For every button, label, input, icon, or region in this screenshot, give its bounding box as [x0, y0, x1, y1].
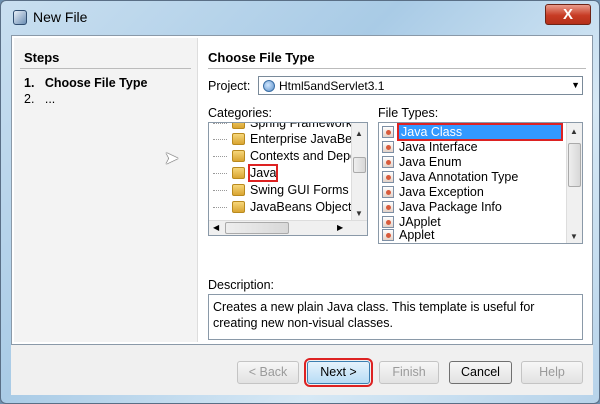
java-file-icon — [382, 126, 394, 138]
title-bar: New File — [13, 9, 87, 25]
list-item[interactable]: Java Interface — [382, 139, 478, 155]
file-types-list[interactable]: Java Class Java Interface Java Enum Java… — [378, 122, 583, 244]
scroll-up-icon[interactable]: ▲ — [355, 129, 363, 138]
scroll-left-icon[interactable]: ◀ — [213, 223, 219, 232]
java-file-icon — [382, 156, 394, 168]
project-label: Project: — [208, 79, 251, 93]
next-button[interactable]: Next > — [304, 358, 373, 387]
close-button[interactable]: X — [545, 4, 591, 25]
categories-vscrollbar[interactable]: ▲ ▼ — [351, 123, 367, 220]
scroll-down-icon[interactable]: ▼ — [570, 232, 578, 241]
folder-icon — [232, 133, 245, 145]
folder-icon — [232, 150, 245, 162]
window-title: New File — [33, 9, 88, 25]
folder-icon — [232, 123, 245, 129]
step-1: 1. Choose File Type — [24, 76, 148, 90]
content-panel: Steps 1. Choose File Type 2. ... Choose … — [11, 35, 593, 345]
project-value: Html5andServlet3.1 — [279, 78, 385, 93]
java-file-icon — [382, 229, 394, 241]
folder-icon — [232, 201, 245, 213]
back-button[interactable]: < Back — [237, 361, 299, 384]
scroll-down-icon[interactable]: ▼ — [355, 209, 363, 218]
chevron-down-icon[interactable]: ▼ — [571, 80, 580, 90]
tree-item[interactable]: Spring Framework — [213, 123, 352, 131]
list-item-java-class[interactable]: Java Class — [382, 123, 563, 141]
description-text: Creates a new plain Java class. This tem… — [208, 294, 583, 340]
steps-panel: Steps 1. Choose File Type 2. ... — [14, 38, 198, 342]
categories-hscrollbar[interactable]: ◀ ▶ — [209, 220, 367, 235]
categories-tree[interactable]: Spring Framework Enterprise JavaBeans Co… — [208, 122, 368, 236]
scroll-thumb[interactable] — [353, 157, 366, 173]
scroll-thumb[interactable] — [225, 222, 289, 234]
java-file-icon — [382, 141, 394, 153]
categories-label: Categories: — [208, 106, 272, 120]
cancel-button[interactable]: Cancel — [449, 361, 512, 384]
web-project-icon — [263, 79, 275, 92]
new-file-dialog: New File X Steps 1. Choose File Type 2. … — [0, 0, 600, 404]
help-button[interactable]: Help — [521, 361, 583, 384]
scroll-up-icon[interactable]: ▲ — [570, 127, 578, 136]
list-item[interactable]: Java Annotation Type — [382, 169, 518, 185]
tree-item-java[interactable]: Java — [213, 164, 279, 182]
java-file-icon — [382, 171, 394, 183]
step-2: 2. ... — [24, 92, 56, 106]
list-item[interactable]: Java Enum — [382, 154, 462, 170]
folder-icon — [232, 184, 245, 196]
list-item[interactable]: Applet — [382, 227, 434, 243]
folder-icon — [232, 167, 245, 179]
tree-item[interactable]: Enterprise JavaBeans — [213, 131, 367, 147]
mouse-cursor-icon: ➤ — [164, 148, 180, 168]
steps-heading: Steps — [24, 50, 60, 65]
description-label: Description: — [208, 278, 274, 292]
divider — [208, 68, 586, 69]
tree-item[interactable]: Contexts and Dependency Injection — [213, 148, 367, 164]
button-bar: < Back Next > Finish Cancel Help — [11, 345, 593, 395]
tree-item[interactable]: Swing GUI Forms — [213, 182, 349, 198]
list-item[interactable]: Java Package Info — [382, 199, 502, 215]
panel-heading: Choose File Type — [208, 50, 315, 65]
finish-button[interactable]: Finish — [379, 361, 439, 384]
scroll-thumb[interactable] — [568, 143, 581, 187]
scroll-right-icon[interactable]: ▶ — [337, 223, 343, 232]
choose-file-type-panel: Choose File Type Project: Html5andServle… — [208, 38, 592, 342]
file-types-label: File Types: — [378, 106, 439, 120]
divider — [20, 68, 191, 69]
file-types-vscrollbar[interactable]: ▲ ▼ — [566, 123, 582, 243]
netbeans-cube-icon — [13, 9, 27, 25]
project-combo[interactable]: Html5andServlet3.1 ▼ — [258, 76, 583, 95]
java-file-icon — [382, 201, 394, 213]
java-file-icon — [382, 186, 394, 198]
list-item[interactable]: Java Exception — [382, 184, 484, 200]
tree-item[interactable]: JavaBeans Objects — [213, 199, 358, 215]
